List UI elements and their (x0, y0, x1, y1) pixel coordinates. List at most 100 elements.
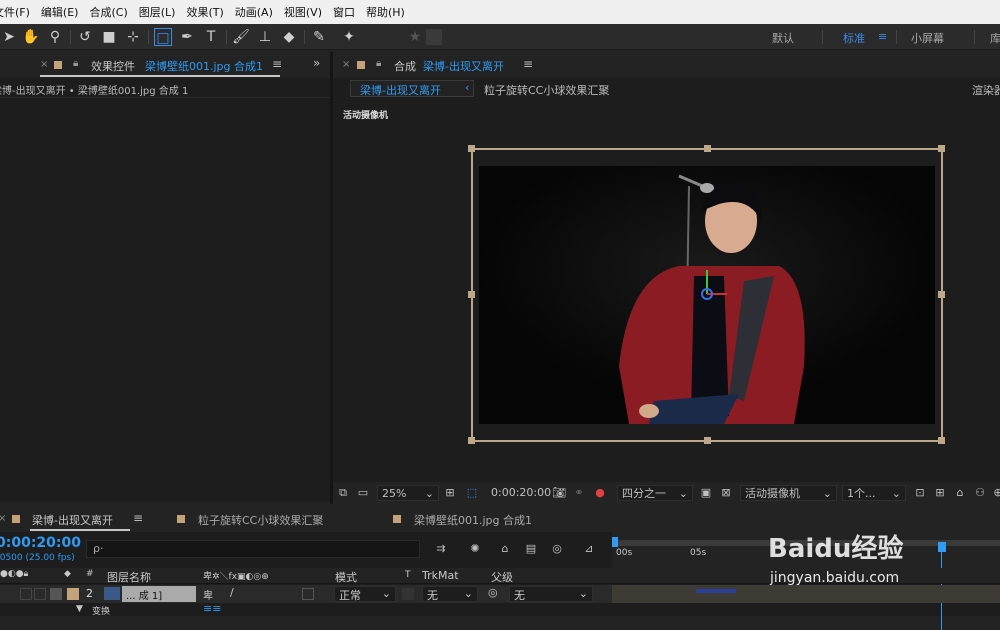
frame-handle[interactable] (704, 145, 711, 152)
preserve-transparency-toggle[interactable] (402, 588, 414, 600)
lock-icon[interactable]: 🔒︎ (73, 58, 78, 69)
col-trkmat[interactable]: TrkMat (422, 569, 459, 582)
channels-icon[interactable]: ● (593, 486, 607, 500)
close-timeline-tab-icon[interactable]: × (0, 513, 6, 524)
transparency-grid-icon[interactable]: ⊠ (719, 486, 733, 500)
flowchart-icon[interactable]: ⚇ (973, 486, 987, 500)
effects-tab-prefix[interactable]: 效果控件 (91, 58, 135, 74)
timeline-search-input[interactable]: ρ· (86, 540, 420, 558)
effects-tab-file[interactable]: 梁博壁纸001.jpg 合成1 (145, 58, 263, 74)
fast-previews-icon[interactable]: ⊞ (933, 486, 947, 500)
reset-link[interactable]: ≡≡ (203, 602, 221, 615)
comp-flowchart-icon[interactable]: ⇉ (434, 542, 448, 556)
graph-editor-icon[interactable]: ⊿ (582, 542, 596, 556)
audio-toggle[interactable] (34, 588, 46, 600)
workspace-library[interactable]: 库 (990, 30, 1000, 46)
workspace-small-screen[interactable]: 小屏幕 (911, 30, 944, 46)
frame-handle[interactable] (938, 145, 945, 152)
rotate-tool-icon[interactable]: ↺ (76, 28, 94, 46)
work-area-start-handle[interactable] (612, 537, 618, 547)
comp-tab-prefix[interactable]: 合成 (394, 58, 416, 74)
layer-label-color[interactable] (67, 588, 79, 600)
timeline-tab-particles[interactable]: 粒子旋转CC小球效果汇聚 (198, 512, 323, 528)
pan-behind-tool-icon[interactable]: ⊹ (124, 28, 142, 46)
views-dropdown[interactable]: 1个... ⌄ (842, 485, 906, 501)
frame-handle[interactable] (938, 291, 945, 298)
transform-row[interactable]: 变换 (92, 604, 110, 617)
current-time[interactable]: 0:00:20:00 (0, 535, 81, 551)
comp-subtab-active[interactable]: 梁博-出现又离开 ‹ (350, 80, 474, 97)
3d-layer-toggle[interactable] (302, 588, 314, 600)
menu-effect[interactable]: 效果(T) (186, 4, 223, 20)
comp-subtab-other[interactable]: 粒子旋转CC小球效果汇聚 (484, 82, 609, 98)
workspace-standard[interactable]: 标准 (843, 30, 865, 46)
frame-handle[interactable] (704, 437, 711, 444)
roto-brush-tool-icon[interactable]: ✎ (310, 28, 328, 46)
menu-composition[interactable]: 合成(C) (89, 4, 127, 20)
grid-layout-icon[interactable]: ⊡ (913, 486, 927, 500)
timeline-menu-icon[interactable]: ≡ (133, 511, 143, 525)
collapse-switch-icon[interactable]: 卑 (203, 587, 213, 602)
expand-panels-icon[interactable]: » (313, 56, 320, 70)
resolution-dropdown[interactable]: 四分之一 ⌄ (617, 485, 693, 501)
timeline-icon[interactable]: ⌂ (953, 486, 967, 500)
pickwhip-icon[interactable]: ◎ (488, 586, 498, 599)
col-layer-name[interactable]: 图层名称 (107, 569, 151, 585)
workspace-default[interactable]: 默认 (772, 30, 794, 46)
close-comp-tab-icon[interactable]: × (342, 59, 350, 70)
rectangle-tool-icon[interactable]: □ (154, 28, 172, 46)
menu-view[interactable]: 视图(V) (284, 4, 322, 20)
timeline-tab-active[interactable]: 梁博-出现又离开 (32, 512, 113, 528)
frame-handle[interactable] (468, 291, 475, 298)
safe-zones-icon[interactable]: ⊞ (443, 486, 457, 500)
camera-dropdown[interactable]: 活动摄像机 ⌄ (740, 485, 837, 501)
shy-layers-icon[interactable]: ⌂ (498, 542, 512, 556)
selection-tool-icon[interactable]: ➤ (0, 28, 18, 46)
close-tab-icon[interactable]: × (40, 59, 48, 70)
menu-help[interactable]: 帮助(H) (366, 4, 405, 20)
menu-layer[interactable]: 图层(L) (139, 4, 176, 20)
monitor-icon[interactable]: ▭ (356, 486, 370, 500)
zoom-tool-icon[interactable]: ⚲ (46, 28, 64, 46)
comp-lock-icon[interactable]: 🔒︎ (376, 58, 381, 69)
zoom-dropdown[interactable]: 25% ⌄ (377, 485, 439, 501)
layer-mode-dropdown[interactable]: 正常 ⌄ (334, 586, 396, 602)
motion-blur-icon[interactable]: ◎ (550, 542, 564, 556)
show-snapshot-icon[interactable]: ⚭ (572, 486, 586, 500)
frame-handle[interactable] (468, 437, 475, 444)
draft-3d-icon[interactable]: ✺ (468, 542, 482, 556)
viewer-timecode[interactable]: 0:00:20:00 (491, 485, 551, 501)
layer-name[interactable]: ... 成 1] (122, 586, 196, 602)
renderer-label[interactable]: 渲染器 (972, 82, 1000, 98)
solo-toggle[interactable] (50, 588, 62, 600)
frame-handle[interactable] (938, 437, 945, 444)
camera-tool-icon[interactable]: ■ (100, 28, 118, 46)
quality-switch-icon[interactable]: / (230, 586, 234, 599)
col-mode[interactable]: 模式 (335, 569, 357, 585)
eraser-tool-icon[interactable]: ◆ (280, 28, 298, 46)
panel-menu-icon[interactable]: ≡ (272, 57, 282, 71)
brush-tool-icon[interactable]: 🖌 (232, 28, 250, 46)
reset-exposure-icon[interactable]: ⊕ (991, 486, 1000, 500)
frame-handle[interactable] (468, 145, 475, 152)
clone-stamp-tool-icon[interactable]: ⊥ (256, 28, 274, 46)
expand-transform-icon[interactable]: ▼ (76, 604, 83, 614)
menu-file[interactable]: 文件(F) (0, 4, 30, 20)
comp-tab-name[interactable]: 梁博-出现又离开 (423, 58, 504, 74)
timeline-tab-wallpaper[interactable]: 梁博壁纸001.jpg 合成1 (414, 512, 532, 528)
puppet-pin-tool-icon[interactable]: ✦ (340, 28, 358, 46)
snapshot-icon[interactable]: 📷︎ (552, 486, 566, 500)
parent-dropdown[interactable]: 无 ⌄ (509, 586, 593, 602)
menu-animation[interactable]: 动画(A) (235, 4, 273, 20)
comp-panel-menu-icon[interactable]: ≡ (523, 57, 533, 71)
frame-blending-icon[interactable]: ▤ (524, 542, 538, 556)
trkmat-dropdown[interactable]: 无 ⌄ (422, 586, 478, 602)
visibility-toggle[interactable] (20, 588, 32, 600)
snap-toggle-icon[interactable] (426, 29, 442, 45)
menu-window[interactable]: 窗口 (333, 4, 355, 20)
region-of-interest-icon[interactable]: ▣ (699, 486, 713, 500)
col-parent[interactable]: 父级 (491, 569, 513, 585)
pen-tool-icon[interactable]: ✒ (178, 28, 196, 46)
workspace-menu-icon[interactable]: ≡ (878, 30, 887, 43)
layer-image[interactable] (479, 166, 935, 424)
